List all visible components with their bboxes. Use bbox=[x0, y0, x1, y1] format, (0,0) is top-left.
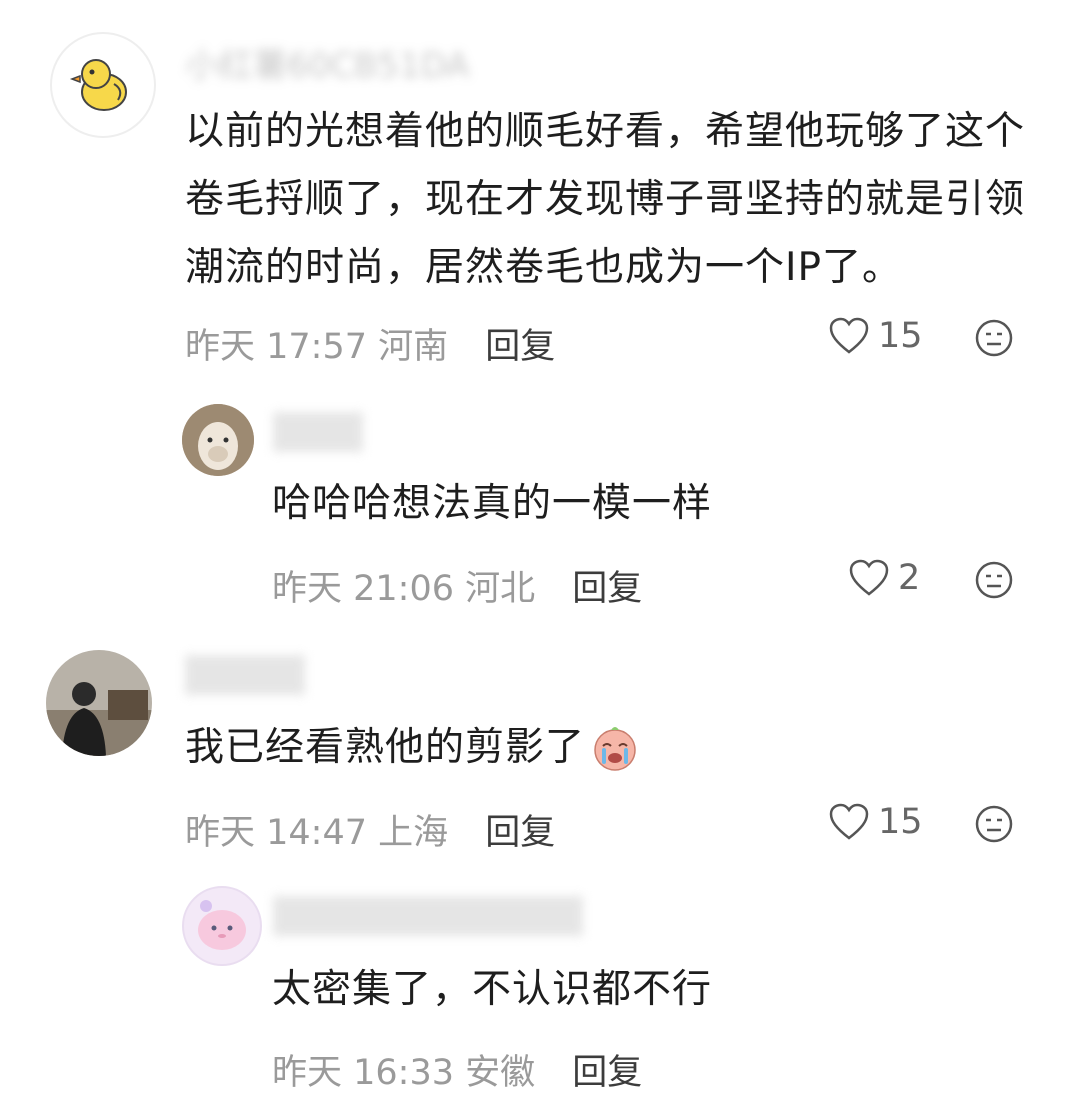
username[interactable]: 小红薯60CB51DA bbox=[185, 38, 469, 87]
heart-icon bbox=[829, 317, 869, 354]
like-count: 15 bbox=[878, 802, 923, 842]
comment-text: 以前的光想着他的顺毛好看，希望他玩够了这个卷毛捋顺了，现在才发现博子哥坚持的就是… bbox=[185, 109, 1026, 290]
emoji-icon[interactable] bbox=[974, 560, 1014, 600]
location: 安徽 bbox=[465, 1053, 536, 1093]
comment-meta: 昨天 16:33 安徽 回复 bbox=[272, 1044, 642, 1095]
avatar[interactable] bbox=[50, 32, 156, 138]
timestamp: 昨天 14:47 bbox=[185, 813, 367, 853]
duck-avatar-icon bbox=[69, 59, 127, 111]
comment-text: 太密集了，不认识都不行 bbox=[272, 967, 713, 1012]
alpaca-avatar-icon bbox=[182, 404, 254, 476]
comment-text: 哈哈哈想法真的一模一样 bbox=[272, 481, 713, 526]
avatar[interactable] bbox=[182, 404, 254, 476]
username[interactable] bbox=[273, 412, 363, 452]
heart-icon bbox=[849, 559, 889, 596]
location: 上海 bbox=[378, 813, 449, 853]
comment-text: 我已经看熟他的剪影了 bbox=[185, 714, 945, 782]
timestamp: 昨天 16:33 bbox=[272, 1053, 454, 1093]
pink-blob-avatar-icon bbox=[198, 900, 246, 950]
reply-button[interactable]: 回复 bbox=[572, 1053, 642, 1093]
like-button[interactable]: 2 bbox=[848, 558, 920, 598]
crying-emoji-icon bbox=[594, 727, 636, 771]
comment-meta: 昨天 14:47 上海 回复 bbox=[185, 804, 555, 855]
silhouette-avatar-icon bbox=[46, 650, 152, 756]
emoji-icon[interactable] bbox=[974, 804, 1014, 844]
like-button[interactable]: 15 bbox=[828, 316, 923, 356]
comment-meta: 昨天 21:06 河北 回复 bbox=[272, 560, 642, 611]
like-count: 15 bbox=[878, 316, 923, 356]
location: 河南 bbox=[378, 327, 449, 367]
username[interactable] bbox=[185, 655, 305, 695]
reply-button[interactable]: 回复 bbox=[572, 569, 642, 609]
timestamp: 昨天 17:57 bbox=[185, 327, 367, 367]
timestamp: 昨天 21:06 bbox=[272, 569, 454, 609]
like-button[interactable]: 15 bbox=[828, 802, 923, 842]
emoji-icon[interactable] bbox=[974, 318, 1014, 358]
like-count: 2 bbox=[898, 558, 921, 598]
location: 河北 bbox=[465, 569, 536, 609]
heart-icon bbox=[829, 803, 869, 840]
reply-button[interactable]: 回复 bbox=[485, 327, 555, 367]
avatar[interactable] bbox=[182, 886, 262, 966]
username[interactable] bbox=[273, 896, 583, 936]
comment-meta: 昨天 17:57 河南 回复 bbox=[185, 318, 555, 369]
comment-text-content: 我已经看熟他的剪影了 bbox=[185, 725, 586, 770]
reply-button[interactable]: 回复 bbox=[485, 813, 555, 853]
avatar[interactable] bbox=[46, 650, 152, 756]
